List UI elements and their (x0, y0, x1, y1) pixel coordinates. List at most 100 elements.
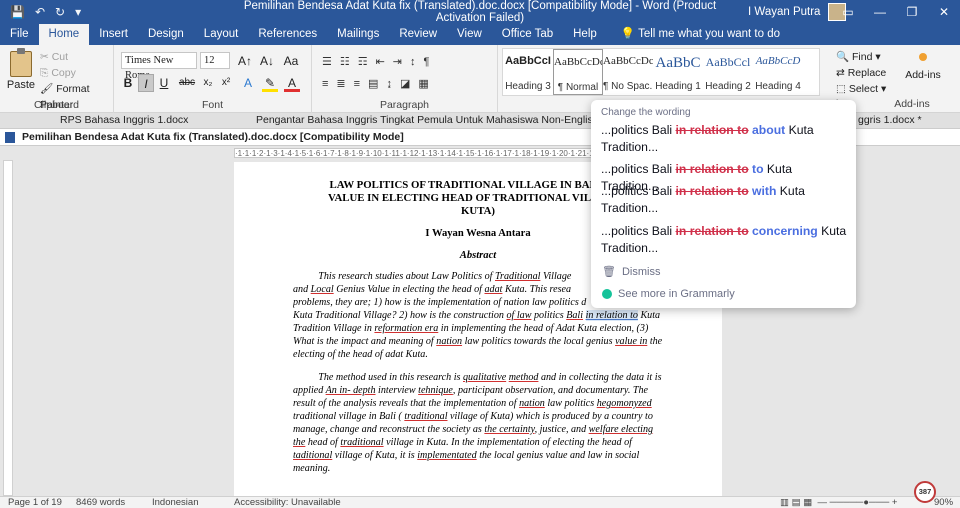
addins-label: Add-ins (894, 98, 930, 110)
suggestion-header: Change the wording (601, 107, 691, 118)
page-count[interactable]: Page 1 of 19 (8, 497, 62, 508)
tab-view[interactable]: View (447, 24, 492, 45)
italic-button[interactable]: I (138, 74, 154, 92)
doc-tab-other[interactable]: ggris 1.docx * (858, 114, 922, 126)
style-heading-1[interactable]: AaBbC Heading 1 (653, 49, 703, 95)
ribbon-tabs: File Home Insert Design Layout Reference… (0, 24, 960, 45)
text-effects-icon[interactable]: A (240, 74, 256, 92)
paste-icon (10, 48, 32, 77)
replace-button[interactable]: ⇄ Replace (836, 65, 886, 81)
p2-line-5: manage, change and reconstruct the socie… (293, 424, 654, 435)
suggestion-about[interactable]: ...politics Bali in relation to about Ku… (601, 122, 851, 156)
style-heading-2[interactable]: AaBbCcl Heading 2 (703, 49, 753, 95)
minimize-icon[interactable]: — (864, 0, 896, 24)
font-name-box[interactable]: Times New Roma (121, 52, 197, 81)
word-doc-icon (5, 132, 15, 143)
case-icon[interactable]: Aa (282, 52, 300, 70)
p1-line-7: electing of the head of adat Kuta. (293, 349, 428, 360)
save-icon[interactable]: 💾 (10, 5, 25, 19)
select-button[interactable]: ⬚ Select ▾ (836, 81, 886, 97)
font-group: Times New Roma 12 A↑ A↓ Aa B I U abc x₂ … (114, 45, 312, 113)
superscript-button[interactable]: x² (218, 74, 234, 92)
alignment-icons[interactable]: ≡≣≡▤↨◪▦ (322, 77, 437, 90)
p2-line-4: traditional village in Bali ( traditiona… (293, 411, 653, 422)
see-more-grammarly-button[interactable]: See more in Grammarly (602, 288, 735, 300)
window-title: Pemilihan Bendesa Adat Kuta fix (Transla… (243, 0, 717, 24)
grammarly-logo-icon (602, 289, 612, 299)
subscript-button[interactable]: x₂ (200, 74, 216, 92)
status-bar: Page 1 of 19 8469 words Indonesian Acces… (0, 496, 960, 508)
p2-line-7: taditional village of Kuta, it is implem… (293, 450, 640, 461)
editing-group: 🔍 Find ▾ ⇄ Replace ⬚ Select ▾ (836, 49, 886, 97)
flagged-phrase: in relation to (585, 310, 638, 321)
addins-button[interactable]: Add-ins (890, 53, 956, 81)
highlight-icon[interactable]: ✎ (262, 74, 278, 92)
font-label: Font (201, 99, 223, 111)
paragraph-group: ☰☷☶⇤⇥↕¶ ≡≣≡▤↨◪▦ Paragraph (312, 45, 498, 113)
underline-button[interactable]: U (156, 74, 172, 92)
p1-line-5: Tradition Village in reformation era in … (293, 323, 649, 334)
language[interactable]: Indonesian (152, 497, 198, 508)
window-controls: ▭ — ❐ ✕ (832, 0, 960, 24)
tab-office-tab[interactable]: Office Tab (492, 24, 563, 45)
p2-line-3: result of the analysis reveals that the … (293, 398, 652, 409)
p2-line-8: meaning. (293, 463, 331, 474)
list-icons[interactable]: ☰☷☶⇤⇥↕¶ (322, 55, 437, 68)
tab-mailings[interactable]: Mailings (327, 24, 389, 45)
style-heading-4[interactable]: AaBbCcD Heading 4 (753, 49, 803, 95)
ribbon-display-icon[interactable]: ▭ (832, 0, 864, 24)
suggestion-with[interactable]: ...politics Bali in relation to with Kut… (601, 183, 851, 217)
style-normal[interactable]: AaBbCcDc ¶ Normal (553, 49, 603, 95)
grow-font-icon[interactable]: A↑ (236, 52, 254, 70)
trash-icon: 🗑 (602, 266, 616, 278)
grammarly-suggestion-card: Change the wording ...politics Bali in r… (591, 100, 856, 308)
vertical-ruler[interactable] (3, 160, 13, 496)
zoom-level[interactable]: 90% (934, 497, 953, 508)
undo-icon[interactable]: ↶ (35, 5, 45, 19)
p2-line-6: the head of traditional village in Kuta.… (293, 437, 632, 448)
paragraph-label: Paragraph (379, 99, 430, 111)
cut-button[interactable]: ✂ Cut (40, 49, 113, 65)
tab-insert[interactable]: Insert (89, 24, 138, 45)
tell-me-search[interactable]: 💡 Tell me what you want to do (607, 24, 780, 45)
tab-help[interactable]: Help (563, 24, 607, 45)
suggestion-concerning[interactable]: ...politics Bali in relation to concerni… (601, 223, 851, 257)
style-heading-3[interactable]: AaBbCcI Heading 3 (503, 49, 553, 95)
word-count[interactable]: 8469 words (76, 497, 125, 508)
font-size-box[interactable]: 12 (200, 52, 230, 69)
tab-design[interactable]: Design (138, 24, 194, 45)
redo-icon[interactable]: ↻ (55, 5, 65, 19)
shrink-font-icon[interactable]: A↓ (258, 52, 276, 70)
tab-review[interactable]: Review (389, 24, 447, 45)
addins-icon (919, 53, 927, 61)
paste-button[interactable]: Paste (6, 48, 36, 91)
quick-access-toolbar: 💾 ↶ ↻ ▾ (0, 5, 120, 19)
grammarly-badge[interactable]: 387 (914, 481, 936, 503)
dismiss-button[interactable]: 🗑 Dismiss (602, 265, 660, 279)
doc-tab-rps[interactable]: RPS Bahasa Inggris 1.docx (60, 114, 188, 126)
tab-home[interactable]: Home (38, 24, 90, 45)
p1-line-4: Kuta Traditional Village? 2) how is the … (293, 310, 661, 321)
close-icon[interactable]: ✕ (928, 0, 960, 24)
p2-line-1: The method used in this research is qual… (318, 372, 662, 383)
view-buttons[interactable]: ▥ ▤ ▦ — ─────●─── + (780, 497, 897, 508)
title-bar: 💾 ↶ ↻ ▾ Pemilihan Bendesa Adat Kuta fix … (0, 0, 960, 24)
accessibility-status[interactable]: Accessibility: Unavailable (234, 497, 341, 508)
restore-icon[interactable]: ❐ (896, 0, 928, 24)
tab-layout[interactable]: Layout (194, 24, 249, 45)
tab-file[interactable]: File (0, 24, 39, 45)
bold-button[interactable]: B (120, 74, 136, 92)
clipboard-group: Paste ✂ Cut ⎘ Copy 🖌 Format Painter Clip… (0, 45, 114, 113)
customize-icon[interactable]: ▾ (75, 5, 81, 19)
styles-gallery: AaBbCcI Heading 3 AaBbCcDc ¶ Normal AaBb… (502, 48, 820, 96)
strikethrough-button[interactable]: abc (176, 74, 198, 92)
find-button[interactable]: 🔍 Find ▾ (836, 49, 886, 65)
style-no-spacing[interactable]: AaBbCcDc ¶ No Spac... (603, 49, 653, 95)
p2-line-2: applied An in- depth interview tehnique,… (293, 385, 649, 396)
p1-line-6: What is the impact and meaning of nation… (293, 336, 663, 347)
font-color-icon[interactable]: A (284, 74, 300, 92)
copy-button[interactable]: ⎘ Copy (40, 65, 113, 81)
clipboard-label: Clipboard (34, 99, 79, 111)
user-name: I Wayan Putra (748, 6, 821, 18)
tab-references[interactable]: References (248, 24, 327, 45)
